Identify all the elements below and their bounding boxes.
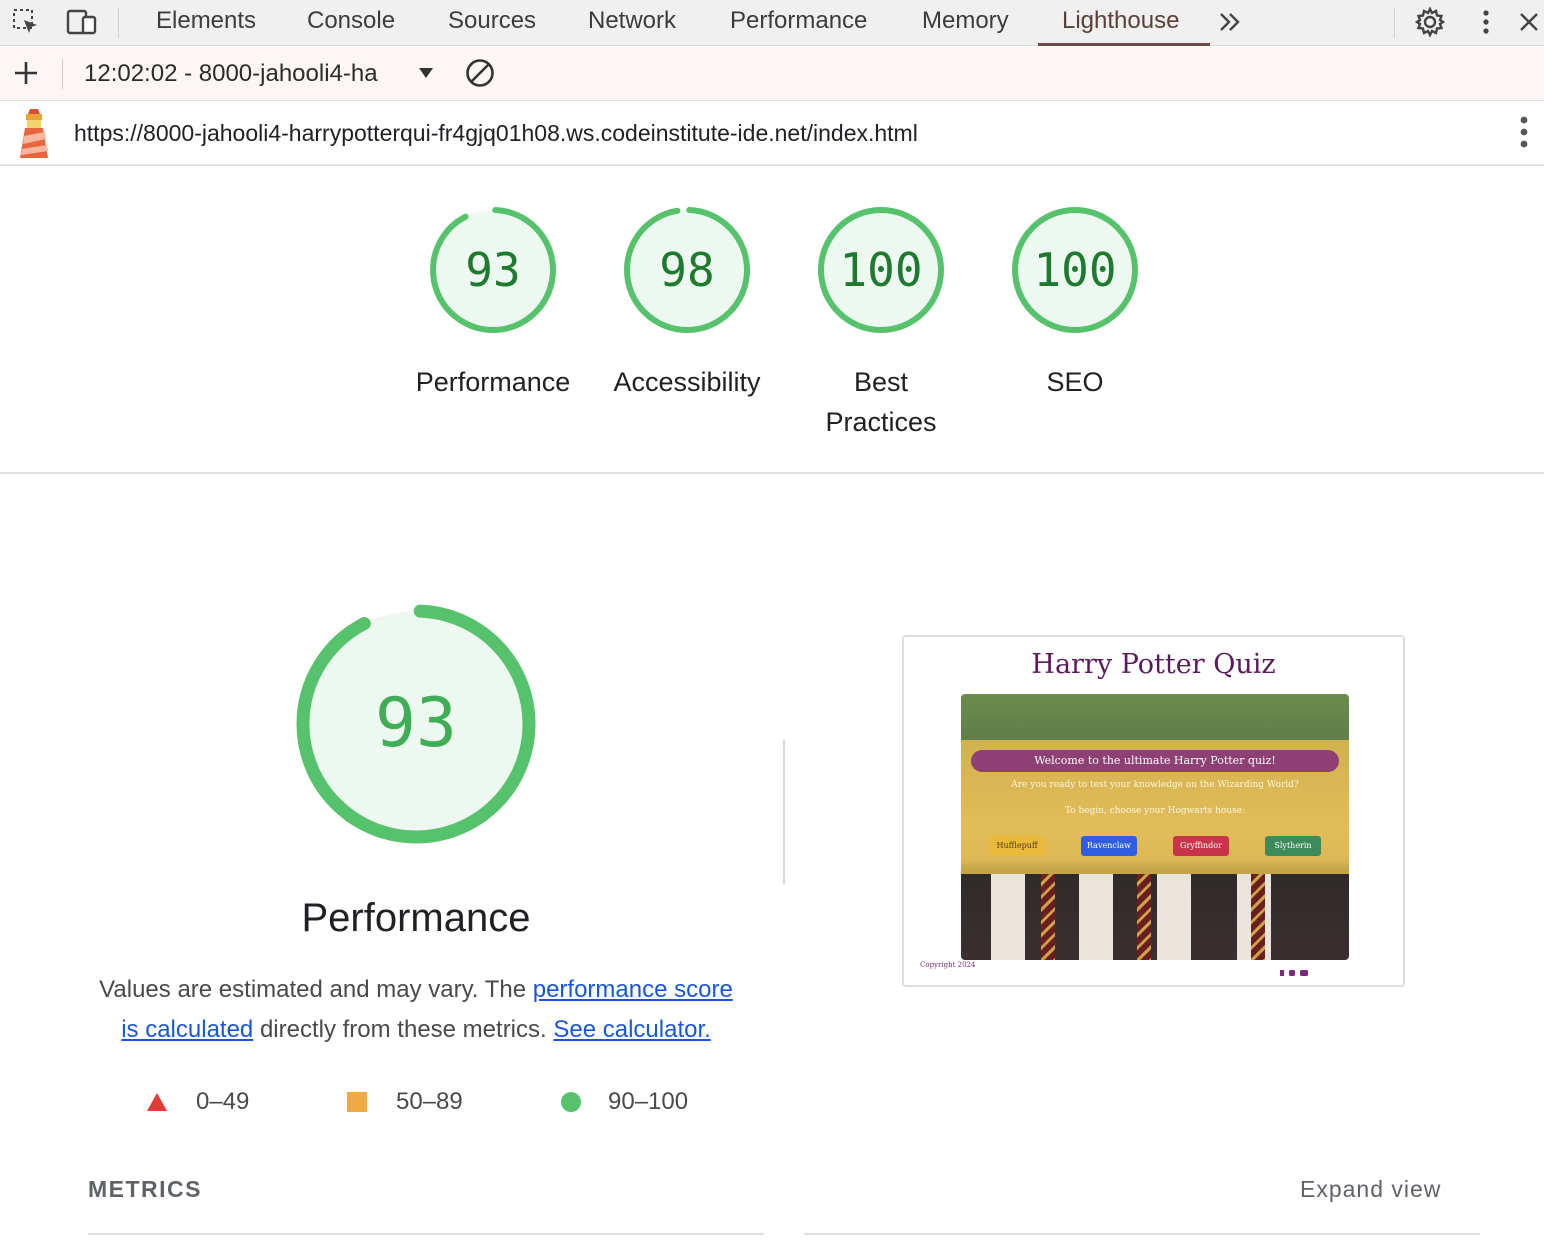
metrics-divider: [804, 1233, 1480, 1235]
active-tab-indicator: [1038, 43, 1210, 46]
legend-average: 50–89: [346, 1088, 463, 1116]
new-report-plus-icon[interactable]: [8, 57, 44, 89]
thumbnail-hero-image: Welcome to the ultimate Harry Potter qui…: [961, 694, 1349, 960]
performance-score: 93: [375, 684, 457, 763]
tab-sources[interactable]: Sources: [448, 0, 536, 46]
metrics-heading: METRICS: [88, 1176, 202, 1202]
gauge-label: Performance: [415, 367, 571, 397]
devtools-tabbar: Elements Console Sources Network Perform…: [0, 0, 1544, 46]
square-icon: [347, 1092, 367, 1112]
score-gauge-seo[interactable]: 100 SEO: [980, 204, 1170, 402]
tie-shape: [1251, 874, 1265, 960]
settings-gear-icon[interactable]: [1412, 6, 1448, 38]
legend-range: 0–49: [196, 1088, 250, 1115]
gauge-ring: 100: [818, 207, 944, 333]
lighthouse-logo-icon: [14, 108, 54, 160]
description-text: directly from these metrics.: [253, 1016, 554, 1043]
tie-shape: [1041, 874, 1055, 960]
performance-description: Values are estimated and may vary. The p…: [88, 970, 744, 1050]
gauge-label: Accessibility: [613, 367, 761, 397]
inspect-element-icon[interactable]: [8, 6, 44, 38]
legend-pass: 90–100: [560, 1088, 688, 1116]
legend-range: 50–89: [396, 1088, 463, 1115]
shirt-shape: [1079, 874, 1113, 960]
report-select[interactable]: 12:02:02 - 8000-jahooli4-ha: [84, 59, 406, 91]
kebab-menu-icon[interactable]: [1468, 6, 1504, 38]
tab-performance[interactable]: Performance: [730, 0, 867, 46]
thumbnail-copyright: Copyright 2024: [920, 961, 976, 969]
thumbnail-social-icons: [1280, 963, 1310, 976]
thumbnail-welcome-panel: Welcome to the ultimate Harry Potter qui…: [961, 740, 1349, 874]
toolbar-divider: [62, 59, 63, 89]
gauge-ring: 93: [430, 207, 556, 333]
circle-icon: [561, 1092, 581, 1112]
gauge-label: SEO: [1046, 367, 1104, 397]
gauge-score: 93: [465, 243, 520, 297]
metrics-divider: [88, 1233, 764, 1235]
device-toolbar-icon[interactable]: [64, 6, 100, 38]
gauge-ring: 98: [624, 207, 750, 333]
score-gauge-performance[interactable]: 93 Performance: [398, 204, 588, 402]
performance-gauge-large: 93: [296, 604, 536, 844]
legend-range: 90–100: [608, 1088, 689, 1115]
gauge-score: 98: [659, 243, 714, 297]
performance-title: Performance: [301, 896, 531, 940]
see-calculator-link[interactable]: See calculator.: [553, 1016, 710, 1043]
thumbnail-house-button: Gryffindor: [1173, 836, 1229, 856]
chevron-down-icon[interactable]: [408, 57, 444, 89]
thumbnail-intro-line: Are you ready to test your knowledge on …: [1011, 780, 1299, 790]
thumbnail-title: Harry Potter Quiz: [1031, 649, 1276, 680]
shirt-shape: [1157, 874, 1191, 960]
tab-lighthouse[interactable]: Lighthouse: [1062, 0, 1179, 46]
score-gauge-best-practices[interactable]: 100 Best Practices: [786, 204, 976, 442]
report-url[interactable]: https://8000-jahooli4-harrypotterqui-fr4…: [74, 120, 918, 147]
description-text: Values are estimated and may vary. The: [99, 976, 533, 1003]
final-screenshot-thumbnail[interactable]: Harry Potter Quiz Welcome to the ultimat…: [902, 635, 1405, 987]
thumbnail-intro-line: To begin, choose your Hogwarts house:: [1064, 806, 1246, 816]
tie-shape: [1137, 874, 1151, 960]
gauge-ring: 100: [1012, 207, 1138, 333]
clear-reports-icon[interactable]: [462, 57, 498, 89]
thumbnail-welcome-banner: Welcome to the ultimate Harry Potter qui…: [971, 750, 1339, 772]
thumbnail-house-button: Ravenclaw: [1081, 836, 1137, 856]
toolbar-divider: [118, 8, 119, 38]
score-gauge-accessibility[interactable]: 98 Accessibility: [592, 204, 782, 402]
shirt-shape: [991, 874, 1025, 960]
expand-view-button[interactable]: Expand view: [1300, 1176, 1441, 1203]
lighthouse-toolbar: 12:02:02 - 8000-jahooli4-ha: [0, 47, 1544, 101]
report-url-bar: https://8000-jahooli4-harrypotterqui-fr4…: [0, 102, 1544, 166]
legend-fail: 0–49: [146, 1088, 249, 1116]
tab-memory[interactable]: Memory: [922, 0, 1009, 46]
section-divider: [0, 472, 1544, 474]
thumbnail-house-button: Hufflepuff: [989, 836, 1045, 856]
close-devtools-icon[interactable]: [1514, 6, 1544, 38]
toolbar-divider: [1394, 8, 1395, 38]
more-tabs-icon[interactable]: [1212, 6, 1248, 38]
triangle-icon: [147, 1093, 167, 1111]
tab-elements[interactable]: Elements: [156, 0, 256, 46]
vertical-divider: [783, 740, 785, 884]
gauge-score: 100: [839, 243, 922, 297]
report-menu-kebab-icon[interactable]: [1506, 116, 1542, 148]
thumbnail-house-button: Slytherin: [1265, 836, 1321, 856]
tab-network[interactable]: Network: [588, 0, 676, 46]
gauge-label: Best Practices: [825, 367, 937, 437]
tab-console[interactable]: Console: [307, 0, 395, 46]
gauge-score: 100: [1033, 243, 1116, 297]
